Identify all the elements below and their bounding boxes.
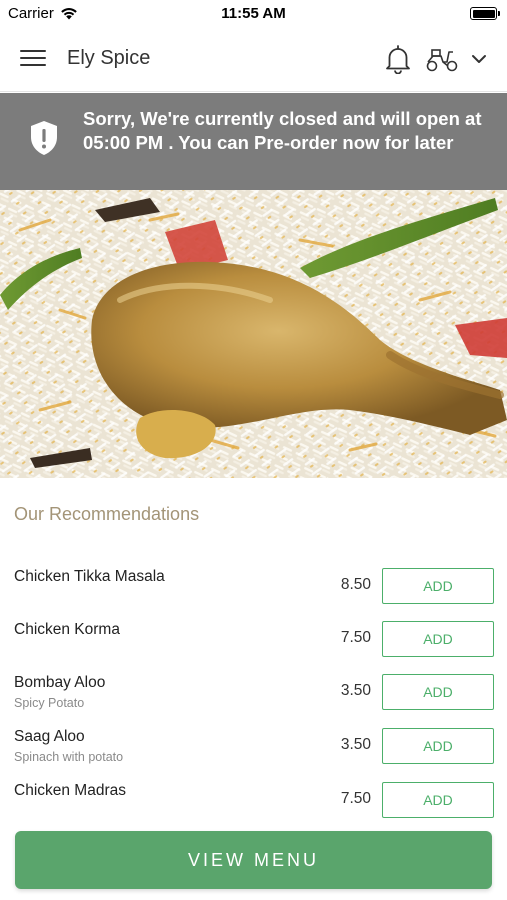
battery-icon <box>470 7 500 20</box>
item-name: Chicken Madras <box>14 782 126 799</box>
item-price: 7.50 <box>340 790 371 807</box>
view-menu-button[interactable]: VIEW MENU <box>15 831 492 889</box>
nav-bar: Ely Spice <box>0 28 507 92</box>
chevron-down-icon[interactable] <box>470 50 488 68</box>
add-button[interactable]: ADD <box>382 568 494 604</box>
item-name: Bombay Aloo <box>14 674 106 691</box>
item-price: 3.50 <box>340 682 371 699</box>
add-button[interactable]: ADD <box>382 728 494 764</box>
recommendations-title: Our Recommendations <box>14 504 200 524</box>
status-bar: Carrier 11:55 AM <box>0 0 507 28</box>
item-price: 3.50 <box>340 736 371 753</box>
add-button[interactable]: ADD <box>382 674 494 710</box>
closed-message: Sorry, We're currently closed and will o… <box>83 108 482 153</box>
menu-item-row: Chicken Tikka Masala 8.50 ADD <box>0 568 507 618</box>
hero-image <box>0 190 507 478</box>
restaurant-title: Ely Spice <box>67 47 151 69</box>
item-description: Spinach with potato <box>14 750 124 764</box>
menu-item-row: Chicken Madras 7.50 ADD <box>0 782 507 832</box>
menu-item-row: Chicken Korma 7.50 ADD <box>0 621 507 671</box>
closed-banner: Sorry, We're currently closed and will o… <box>0 93 507 190</box>
hero-photo <box>0 190 507 478</box>
item-price: 8.50 <box>340 576 371 593</box>
shield-alert-icon <box>31 121 57 155</box>
item-name: Chicken Korma <box>14 621 120 638</box>
status-time: 11:55 AM <box>221 5 286 22</box>
menu-icon[interactable] <box>20 50 46 70</box>
menu-item-row: Bombay Aloo Spicy Potato 3.50 ADD <box>0 674 507 724</box>
menu-item-row: Saag Aloo Spinach with potato 3.50 ADD <box>0 728 507 778</box>
bell-icon[interactable] <box>384 44 412 74</box>
item-name: Chicken Tikka Masala <box>14 568 165 585</box>
item-name: Saag Aloo <box>14 728 85 745</box>
item-description: Spicy Potato <box>14 696 85 710</box>
add-button[interactable]: ADD <box>382 621 494 657</box>
add-button[interactable]: ADD <box>382 782 494 818</box>
scooter-icon[interactable] <box>425 46 459 74</box>
item-price: 7.50 <box>340 629 371 646</box>
